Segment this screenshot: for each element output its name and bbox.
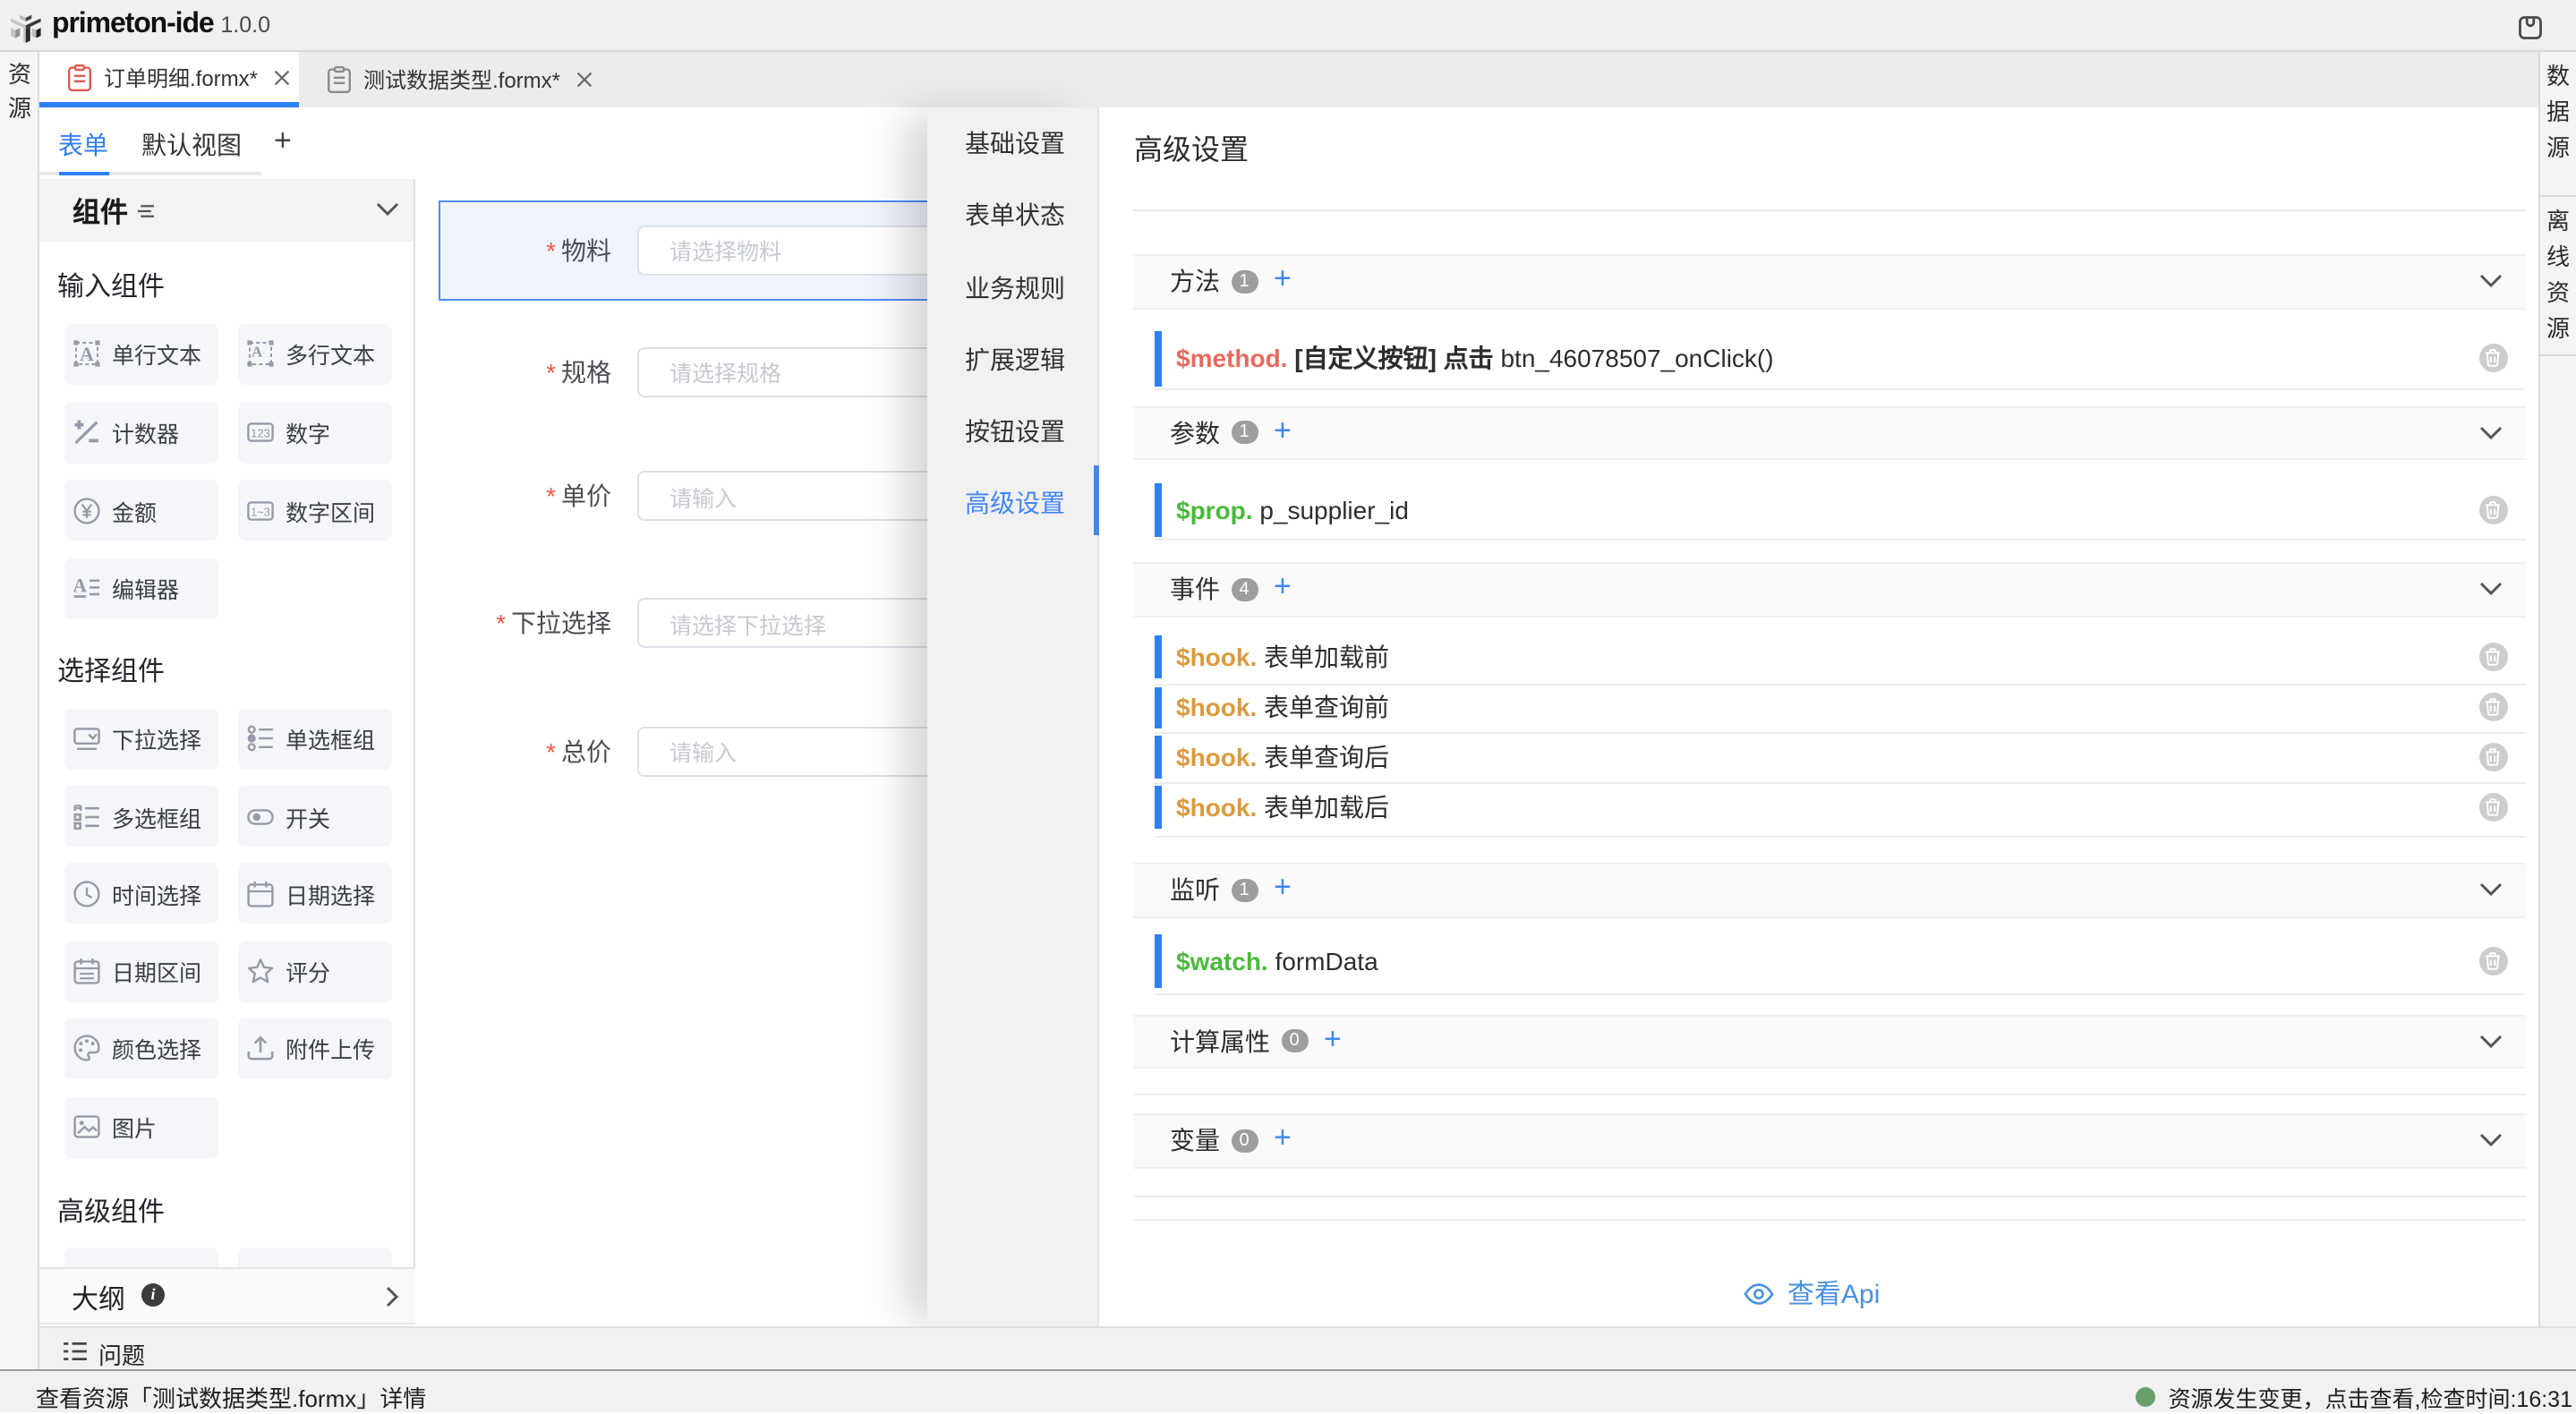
svg-text:1~3: 1~3 bbox=[250, 504, 269, 517]
svg-text:A: A bbox=[251, 344, 262, 361]
svg-text:A: A bbox=[79, 343, 93, 365]
svg-text:A: A bbox=[73, 575, 86, 597]
svg-text:123: 123 bbox=[250, 426, 269, 439]
